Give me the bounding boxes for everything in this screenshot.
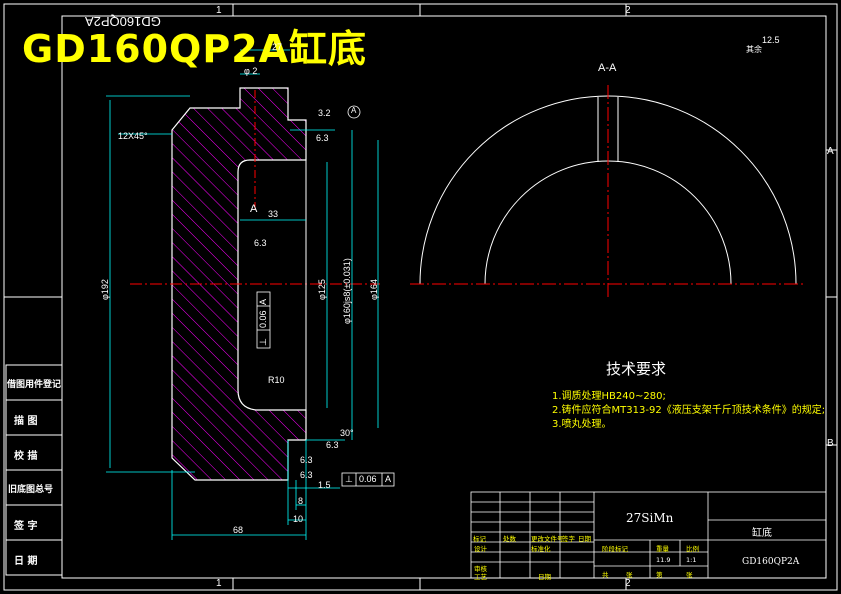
tb-header: 处数 — [503, 535, 516, 543]
rough-6-3-a: 6.3 — [254, 238, 267, 248]
tb-row-label: 设计 — [474, 545, 487, 553]
drawing-title: GD160QP2A缸底 — [22, 27, 368, 71]
dim-30deg: 30° — [340, 428, 354, 438]
dim-phi192: φ192 — [100, 279, 110, 300]
tech-req-title: 技术要求 — [606, 360, 667, 378]
roughness-corner-suffix: 其余 — [746, 45, 762, 54]
tol2-datum: A — [385, 474, 392, 484]
dim-phi164: φ164 — [369, 279, 379, 300]
tol1-datum: A — [258, 298, 268, 305]
rough-6-3-d: 6.3 — [300, 455, 313, 465]
left-panel-item: 旧底图总号 — [8, 485, 54, 495]
tb-part-name: 缸底 — [752, 528, 772, 539]
dim-chamfer: 12X45° — [118, 131, 148, 141]
datum-label: A — [351, 106, 357, 115]
tol1-value: 0.06 — [258, 310, 268, 328]
left-record-panel — [5, 364, 63, 576]
view-a-a — [410, 85, 806, 300]
dim-1-5: 1.5 — [318, 480, 331, 490]
tb-sheet-total: 共 — [602, 571, 609, 579]
roughness-corner: 12.5 — [762, 35, 780, 45]
zone-right-a: A — [827, 146, 834, 157]
tb-header: 标记 — [473, 535, 486, 543]
outer-frame — [3, 3, 838, 591]
zone-right-b: B — [827, 438, 834, 449]
mirrored-title-text: GD160QP2A — [85, 14, 161, 29]
dim-68: 68 — [233, 525, 244, 535]
dim-r10: R10 — [268, 375, 285, 385]
tb-sheet-no: 第 — [656, 571, 663, 579]
left-panel-item: 签 字 — [14, 521, 38, 532]
dim-27: 27 — [272, 42, 283, 52]
tb-sheet-label: 张 — [626, 571, 633, 579]
tb-header: 更改文件号 — [531, 535, 564, 543]
tol2-value: 0.06 — [359, 474, 377, 484]
dim-phi125: φ125 — [317, 279, 327, 300]
zone-bottom-1: 1 — [216, 578, 222, 589]
dim-phi2: φ 2 — [244, 66, 258, 76]
tb-row-label: 日期 — [538, 573, 551, 581]
section-label: A-A — [598, 62, 617, 74]
tb-row-label: 标准化 — [531, 545, 551, 553]
rough-3-2: 3.2 — [318, 108, 331, 118]
left-panel-item: 日 期 — [14, 556, 38, 567]
tb-weight: 11.9 — [656, 556, 671, 564]
tb-sheet-suffix: 张 — [686, 571, 693, 579]
tb-header: 签字 — [562, 535, 575, 543]
tb-drawing-no: GD160QP2A — [742, 557, 800, 567]
dim-8: 8 — [298, 496, 304, 506]
left-panel-item: 描 图 — [14, 416, 38, 427]
tb-header: 日期 — [578, 535, 591, 543]
drawing-canvas: { "title": "GD160QP2A缸底", "mirrored_text… — [0, 0, 841, 594]
tech-req-item: 2.铸件应符合MT313-92《液压支架千斤顶技术条件》的规定; — [552, 405, 826, 416]
zone-top-2: 2 — [625, 5, 631, 16]
dim-phi160: φ160js8(±0.031) — [342, 258, 352, 324]
tb-stage-label: 阶段标记 — [602, 545, 628, 553]
zone-bottom-2: 2 — [625, 578, 631, 589]
rough-6-3-e: 6.3 — [300, 470, 313, 480]
tb-row-label: 工艺 — [474, 573, 487, 581]
zone-top-1: 1 — [216, 5, 222, 16]
tb-material: 27SiMn — [626, 511, 674, 525]
tol1-symbol: ⊥ — [258, 338, 268, 346]
drawing-svg — [3, 3, 838, 591]
left-panel-item: 借图用件登记 — [7, 380, 62, 390]
tech-req-item: 1.调质处理HB240~280; — [552, 391, 666, 402]
left-panel-item: 校 描 — [14, 451, 38, 462]
rough-6-3-c: 6.3 — [326, 440, 339, 450]
section-marker: A — [250, 203, 258, 215]
tol2-symbol: ⊥ — [345, 474, 353, 484]
tb-scale-label: 比例 — [686, 545, 699, 553]
dim-33: 33 — [268, 209, 279, 219]
tech-req-item: 3.喷丸处理。 — [552, 419, 612, 430]
tb-weight-label: 重量 — [656, 545, 669, 553]
dim-10: 10 — [293, 514, 304, 524]
rough-6-3-b: 6.3 — [316, 133, 329, 143]
tb-scale: 1:1 — [686, 556, 697, 564]
